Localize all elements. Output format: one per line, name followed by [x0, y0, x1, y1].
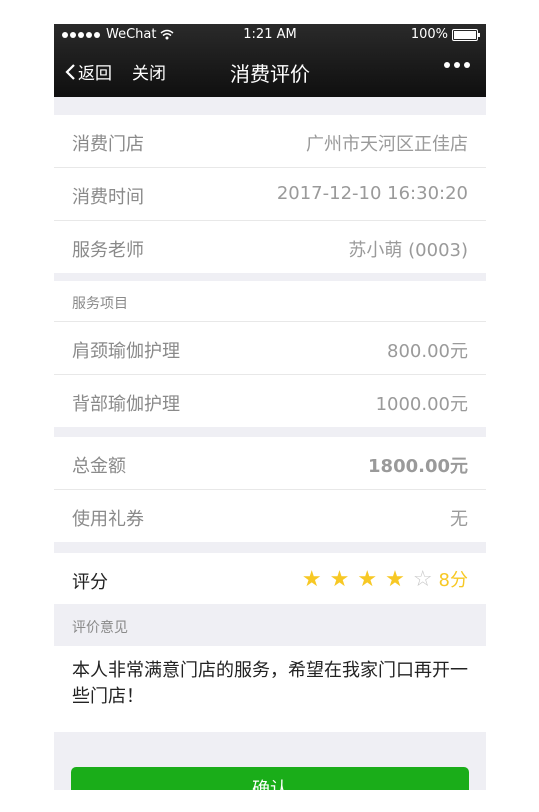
- teacher-value: 苏小萌 (0003): [348, 240, 468, 261]
- coupon-value: 无: [450, 509, 468, 530]
- time-value: 2017-12-10 16:30:20: [276, 183, 468, 204]
- service-name: 背部瑜伽护理: [72, 394, 180, 415]
- total-value: 1800.00元: [368, 456, 468, 477]
- teacher-label: 服务老师: [72, 240, 144, 261]
- services-group: 服务项目 肩颈瑜伽护理 800.00元 背部瑜伽护理 1000.00元: [54, 281, 486, 427]
- coupon-row: 使用礼券 无: [54, 490, 486, 542]
- services-header-label: 服务项目: [72, 296, 128, 312]
- time-row: 消费时间 2017-12-10 16:30:20: [54, 168, 486, 221]
- total-row: 总金额 1800.00元: [54, 437, 486, 490]
- store-row: 消费门店 广州市天河区正佳店: [54, 115, 486, 168]
- star-icon[interactable]: ★: [357, 567, 377, 592]
- service-row: 背部瑜伽护理 1000.00元: [54, 375, 486, 427]
- star-icon[interactable]: ★: [330, 567, 350, 592]
- services-header: 服务项目: [54, 281, 486, 322]
- top-bar: WeChat 1:21 AM 100% 返回 关闭 消费评价: [54, 24, 486, 97]
- time-label: 消费时间: [72, 187, 144, 208]
- star-outline-icon[interactable]: ☆: [413, 567, 433, 592]
- phone-screen: WeChat 1:21 AM 100% 返回 关闭 消费评价 消费门店 广州市天…: [54, 24, 486, 790]
- battery-icon: [452, 28, 480, 41]
- star-icon[interactable]: ★: [302, 567, 322, 592]
- teacher-row: 服务老师 苏小萌 (0003): [54, 221, 486, 273]
- rating-score: 8分: [438, 570, 468, 591]
- battery-percent: 100%: [410, 27, 448, 42]
- store-value: 广州市天河区正佳店: [306, 134, 468, 155]
- opinion-textarea[interactable]: 本人非常满意门店的服务，希望在我家门口再开一些门店！: [54, 646, 486, 732]
- more-icon[interactable]: [444, 62, 470, 68]
- coupon-label: 使用礼券: [72, 509, 144, 530]
- rating-row: 评分 ★ ★ ★ ★ ☆ 8分: [54, 553, 486, 604]
- star-rating[interactable]: ★ ★ ★ ★ ☆ 8分: [302, 566, 468, 592]
- opinion-header: 评价意见: [54, 604, 486, 646]
- service-price: 800.00元: [387, 341, 468, 362]
- star-icon[interactable]: ★: [385, 567, 405, 592]
- service-name: 肩颈瑜伽护理: [72, 341, 180, 362]
- total-label: 总金额: [72, 456, 126, 477]
- confirm-button[interactable]: 确认: [71, 767, 469, 790]
- rating-label: 评分: [72, 572, 108, 593]
- info-group: 消费门店 广州市天河区正佳店 消费时间 2017-12-10 16:30:20 …: [54, 115, 486, 273]
- summary-group: 总金额 1800.00元 使用礼券 无: [54, 437, 486, 542]
- nav-bar: 返回 关闭 消费评价: [54, 46, 486, 97]
- opinion-text[interactable]: 本人非常满意门店的服务，希望在我家门口再开一些门店！: [72, 658, 468, 710]
- service-row: 肩颈瑜伽护理 800.00元: [54, 322, 486, 375]
- store-label: 消费门店: [72, 134, 144, 155]
- status-bar: WeChat 1:21 AM 100%: [54, 24, 486, 46]
- opinion-header-label: 评价意见: [72, 620, 128, 636]
- service-price: 1000.00元: [375, 394, 468, 415]
- page-title: 消费评价: [230, 62, 310, 86]
